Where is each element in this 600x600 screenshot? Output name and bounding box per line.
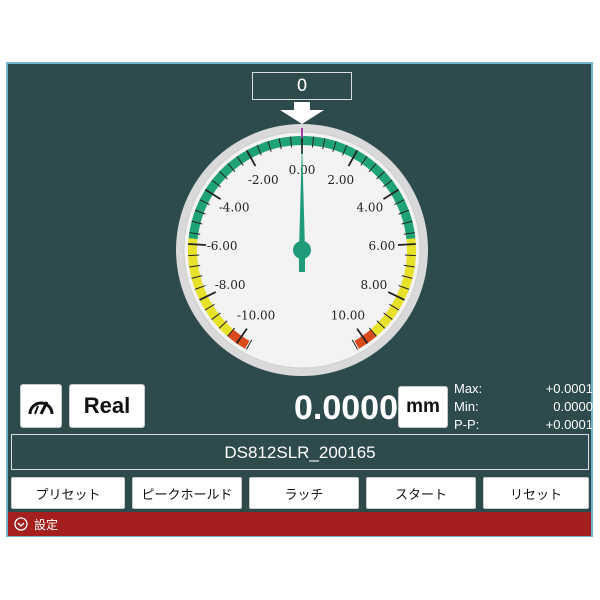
- minor-tick: [188, 254, 200, 257]
- gauge-tick-label: 10.00: [331, 309, 365, 323]
- max-value: +0.0001: [545, 381, 593, 396]
- gauge-tick-label: -10.00: [237, 309, 275, 323]
- minor-tick: [404, 254, 416, 257]
- gauge-tick-label: 6.00: [369, 239, 396, 253]
- min-label: Min:: [454, 399, 479, 414]
- pp-label: P-P:: [454, 417, 480, 432]
- unit-button[interactable]: mm: [398, 386, 448, 428]
- peak-hold-button[interactable]: ピークホールド: [132, 477, 242, 509]
- speed-mode-button[interactable]: [20, 384, 62, 428]
- gauge-tick-label: -6.00: [207, 239, 238, 253]
- dial-gauge: -10.00-8.00-6.00-4.00-2.000.002.004.006.…: [176, 124, 428, 376]
- real-mode-button[interactable]: Real: [69, 384, 145, 428]
- chevron-down-circle-icon: [14, 517, 28, 531]
- device-name: DS812SLR_200165: [11, 434, 589, 470]
- gauge-tick-label: -2.00: [248, 173, 279, 187]
- settings-bar[interactable]: 設定: [8, 512, 591, 536]
- reset-button[interactable]: リセット: [483, 477, 589, 509]
- target-value-display: 0: [252, 72, 352, 100]
- zero-pointer-arrow-icon: [280, 102, 324, 124]
- gauge-tick-label: -4.00: [219, 201, 250, 215]
- preset-button[interactable]: プリセット: [11, 477, 125, 509]
- start-button[interactable]: スタート: [366, 477, 476, 509]
- major-tick: [188, 243, 207, 246]
- max-label: Max:: [454, 381, 483, 396]
- gauge-tick-label: 4.00: [356, 201, 383, 215]
- settings-label: 設定: [34, 517, 59, 532]
- gauge-tick-label: 8.00: [361, 278, 388, 292]
- min-value: 0.0000: [553, 399, 593, 414]
- major-tick: [397, 243, 416, 246]
- speedometer-icon: [28, 401, 54, 415]
- gauge-tick-label: 2.00: [327, 173, 354, 187]
- measurement-value: 0.0000: [294, 389, 398, 427]
- gauge-tick-label: -8.00: [215, 278, 246, 292]
- latch-button[interactable]: ラッチ: [249, 477, 359, 509]
- pp-value: +0.0001: [545, 417, 593, 432]
- gauge-window: 0 -10.00-8.00-6.00-4.00-2.000.002.004.00…: [6, 62, 593, 537]
